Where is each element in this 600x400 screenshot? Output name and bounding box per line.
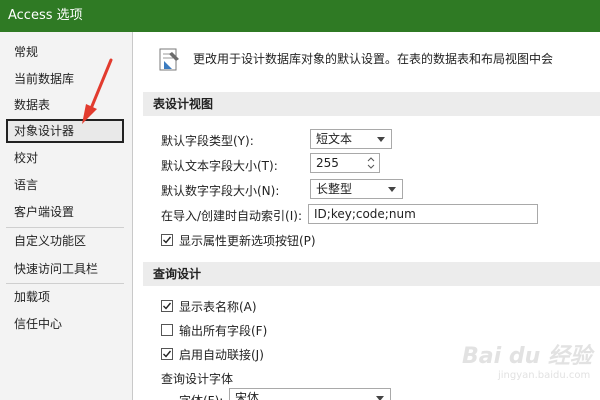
options-content: 更改用于设计数据库对象的默认设置。在表的数据表和布局视图中会 表设计视图 默认字… [133,32,600,400]
query-font-dropdown[interactable]: 宋体 [229,388,391,400]
chevron-down-icon [376,396,384,400]
sidebar-item-client-settings[interactable]: 客户端设置 [6,200,124,224]
autoindex-input[interactable]: ID;key;code;num [308,204,538,224]
checkmark-icon [163,302,172,310]
sidebar-item-general[interactable]: 常规 [6,40,124,64]
options-sidebar: 常规 当前数据库 数据表 对象设计器 校对 语言 客户端设置 自定义功能区 快速… [0,32,133,400]
window-title: Access 选项 [8,8,83,23]
default-text-size-spinner[interactable]: 255 [310,153,380,173]
default-number-size-dropdown[interactable]: 长整型 [310,179,403,199]
default-text-size-value: 255 [316,156,339,170]
autoindex-label: 在导入/创建时自动索引(I): [161,209,302,223]
query-font-value: 宋体 [235,391,260,400]
default-field-type-label: 默认字段类型(Y): [161,134,254,148]
default-field-type-dropdown[interactable]: 短文本 [310,129,392,149]
sidebar-item-language[interactable]: 语言 [6,173,124,197]
sidebar-item-add-ins[interactable]: 加载项 [6,285,124,309]
spinner-arrows-icon[interactable] [365,155,377,171]
section-query-design: 查询设计 [143,262,600,286]
sidebar-item-current-database[interactable]: 当前数据库 [6,67,124,91]
show-table-names-label: 显示表名称(A) [179,300,257,314]
checkmark-icon [163,350,172,358]
default-number-size-value: 长整型 [316,182,353,196]
design-settings-icon [159,48,179,71]
sidebar-item-datasheet[interactable]: 数据表 [6,93,124,117]
sidebar-item-proofing[interactable]: 校对 [6,146,124,170]
default-text-size-label: 默认文本字段大小(T): [161,159,278,173]
sidebar-item-trust-center[interactable]: 信任中心 [6,312,124,336]
auto-join-label: 启用自动联接(J) [179,348,264,362]
sidebar-item-customize-ribbon[interactable]: 自定义功能区 [6,229,124,253]
sidebar-divider [6,283,124,284]
default-field-type-value: 短文本 [316,132,353,146]
section-table-design: 表设计视图 [143,92,600,116]
chevron-down-icon [388,187,396,192]
show-update-label: 显示属性更新选项按钮(P) [179,234,316,248]
sidebar-item-object-designers[interactable]: 对象设计器 [6,119,124,143]
default-number-size-label: 默认数字字段大小(N): [161,184,280,198]
query-font-label: 字体(F): [179,392,223,400]
page-description: 更改用于设计数据库对象的默认设置。在表的数据表和布局视图中会 [193,52,554,66]
sidebar-item-quick-access-toolbar[interactable]: 快速访问工具栏 [6,257,124,281]
chevron-down-icon [377,137,385,142]
title-bar: Access 选项 [0,0,600,32]
sidebar-divider [6,227,124,228]
auto-join-checkbox[interactable] [161,348,173,360]
output-all-fields-checkbox[interactable] [161,324,173,336]
show-table-names-checkbox[interactable] [161,300,173,312]
checkmark-icon [163,236,172,244]
query-font-group-label: 查询设计字体 [161,372,234,386]
output-all-fields-label: 输出所有字段(F) [179,324,268,338]
show-update-checkbox[interactable] [161,234,173,246]
